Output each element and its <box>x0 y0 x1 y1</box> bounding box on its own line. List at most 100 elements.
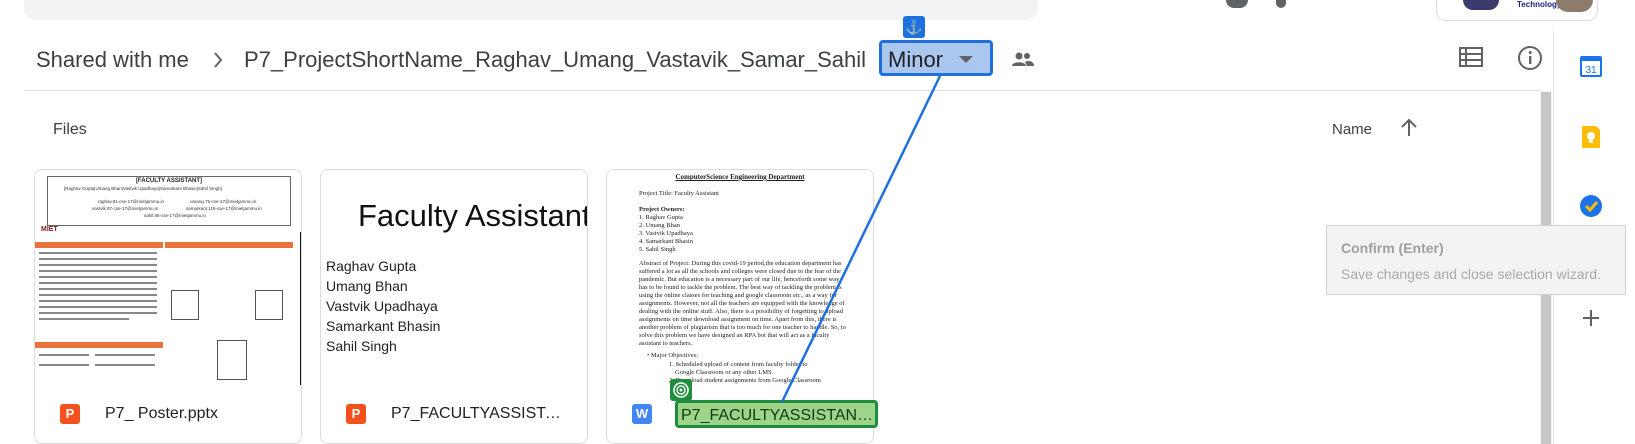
text-line <box>39 364 89 366</box>
breadcrumb: Shared with me P7_ProjectShortName_Ragha… <box>24 31 1543 91</box>
doc-abstract-line: another problem of plagiarism that is to… <box>639 324 846 331</box>
text-line <box>39 354 89 356</box>
slides-file-icon: P <box>346 404 366 424</box>
text-line <box>39 294 157 296</box>
doc-project-title: Project Title: Faculty Assistant <box>639 190 719 197</box>
doc-abstract-line: pandemic. But education is a necessary p… <box>639 276 840 283</box>
text-line <box>39 300 157 302</box>
slides-file-icon: P <box>60 404 80 424</box>
doc-objective: 1. Scheduled upload of content from facu… <box>669 361 808 368</box>
help-icon[interactable] <box>1226 0 1248 8</box>
sort-by-name-button[interactable]: Name <box>1332 121 1372 138</box>
drive-window: Technology Shared with me P7_ProjectShor… <box>0 0 1635 444</box>
file-card-poster[interactable]: [FACULTY ASSISTANT] [Raghav Gupta|Umang … <box>34 169 302 444</box>
poster-members: [Raghav Gupta|Umang Bhan|Vastvik Upadhay… <box>64 186 222 191</box>
poster-section-bar <box>35 242 163 248</box>
text-line <box>39 312 157 314</box>
doc-owner: 3. Vastvik Upadhaya <box>639 230 693 237</box>
file-name: P7_FACULTYASSISTAN… <box>681 407 874 424</box>
list-view-icon[interactable] <box>1459 47 1483 67</box>
tooltip-title: Confirm (Enter) <box>1341 240 1444 256</box>
file-thumbnail: [FACULTY ASSISTANT] [Raghav Gupta|Umang … <box>35 170 301 385</box>
calendar-day: 31 <box>1585 65 1597 76</box>
anchor-icon: ⚓ <box>903 16 925 38</box>
doc-abstract-line: solve this problem we have designed an R… <box>639 332 830 339</box>
doc-abstract-line: has to be found to tackle the problem. T… <box>639 284 842 291</box>
slide-name: Vastvik Upadhaya <box>326 298 438 314</box>
poster-email: raghav.81-cse-17@mietjammu.in <box>98 199 165 204</box>
shared-people-icon[interactable] <box>1012 51 1034 67</box>
slide-name: Samarkant Bhasin <box>326 318 441 334</box>
doc-abstract-line: Abstract of Project: During this covid-1… <box>639 260 842 267</box>
tasks-icon[interactable] <box>1578 193 1604 219</box>
breadcrumb-project-folder[interactable]: P7_ProjectShortName_Raghav_Umang_Vastavi… <box>244 47 866 73</box>
diagram-entity <box>171 290 199 320</box>
text-line <box>39 264 157 266</box>
calendar-icon[interactable]: 31 <box>1578 53 1604 79</box>
text-line <box>39 276 157 278</box>
text-line <box>39 318 129 320</box>
settings-icon[interactable] <box>1276 0 1286 8</box>
doc-owner: 2. Umang Bhan <box>639 222 680 229</box>
add-icon[interactable] <box>1578 305 1604 331</box>
doc-heading: ComputerScience Engineering Department <box>675 173 805 181</box>
poster-header: [FACULTY ASSISTANT] [Raghav Gupta|Umang … <box>47 176 291 226</box>
doc-abstract-line: assignments on time download assignment … <box>639 316 837 323</box>
poster-section-bar <box>165 242 293 248</box>
text-line <box>39 252 157 254</box>
doc-abstract-line: assistant to teachers. <box>639 340 693 347</box>
poster-email: umang.75-cse-17@mietjammu.in <box>190 199 257 204</box>
text-line <box>39 306 157 308</box>
doc-owner: 4. Samarkant Bhasin <box>639 238 693 245</box>
slide-name: Raghav Gupta <box>326 258 417 274</box>
file-thumbnail: Faculty Assistant Raghav Gupta Umang Bha… <box>321 170 587 385</box>
doc-owner: 1. Raghav Gupta <box>639 214 683 221</box>
keep-icon[interactable] <box>1578 124 1604 150</box>
org-name: Technology <box>1517 0 1562 9</box>
text-line <box>95 364 155 366</box>
poster-title: [FACULTY ASSISTANT] <box>135 178 203 184</box>
file-name[interactable]: P7_ Poster.pptx <box>105 405 285 423</box>
target-icon <box>670 379 692 401</box>
poster-email: vastvik.97-cse-17@mietjammu.in <box>92 206 159 211</box>
breadcrumb-shared-with-me[interactable]: Shared with me <box>36 47 189 73</box>
doc-owners-label: Project Owners: <box>639 206 685 213</box>
file-thumbnail: ComputerScience Engineering Department P… <box>607 170 873 385</box>
org-logo-icon <box>1463 0 1499 10</box>
chevron-right-icon <box>214 52 223 68</box>
search-bar[interactable] <box>24 0 1038 20</box>
arrow-up-icon[interactable] <box>1400 118 1418 138</box>
poster-section-bar <box>35 342 163 348</box>
word-file-icon: W <box>632 404 652 424</box>
diagram-entity <box>255 290 283 320</box>
tooltip-body: Save changes and close selection wizard. <box>1341 266 1601 282</box>
doc-abstract-line: using the online classes for teaching an… <box>639 292 838 299</box>
doc-abstract-line: dealing with the online stuff. Also, the… <box>639 308 843 315</box>
doc-objective: Google Classroom or any other LMS <box>675 369 772 376</box>
diagram-entity <box>217 340 247 380</box>
files-section-title: Files <box>53 121 87 138</box>
file-name[interactable]: P7_FACULTYASSISTAN… <box>391 405 571 423</box>
miet-logo: MIET <box>41 226 58 233</box>
current-folder-label: Minor <box>888 47 944 72</box>
text-line <box>95 354 155 356</box>
poster-border <box>300 232 301 385</box>
chevron-down-icon <box>959 56 973 63</box>
text-line <box>39 288 157 290</box>
doc-objectives-label: • Major Objectives: <box>647 352 699 359</box>
breadcrumb-current-folder[interactable]: Minor <box>879 40 993 76</box>
info-icon[interactable] <box>1517 45 1543 71</box>
doc-abstract-line: suffered a lot as all the schools and co… <box>639 268 842 275</box>
text-line <box>39 270 157 272</box>
file-card-footer: P P7_ Poster.pptx <box>35 385 301 443</box>
doc-abstract-line: assignments. However, not all the teache… <box>639 300 845 307</box>
file-card-footer: P P7_FACULTYASSISTAN… <box>321 385 587 443</box>
file-card-presentation[interactable]: Faculty Assistant Raghav Gupta Umang Bha… <box>320 169 588 444</box>
slide-title: Faculty Assistant <box>358 198 587 233</box>
doc-owner: 5. Sahil Singh <box>639 246 676 253</box>
poster-email: sahil.86-cse-17@mietjammu.in <box>144 213 206 218</box>
confirm-tooltip: Confirm (Enter) Save changes and close s… <box>1326 225 1626 295</box>
slide-name: Umang Bhan <box>326 278 408 294</box>
text-line <box>39 258 157 260</box>
selected-file-name[interactable]: P7_FACULTYASSISTAN… <box>675 400 878 428</box>
